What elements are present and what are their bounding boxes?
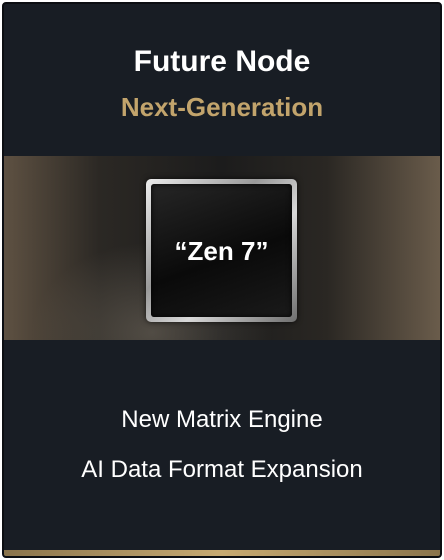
chip-banner: “Zen 7” [4, 156, 440, 340]
card-title: Future Node [133, 45, 311, 78]
product-card: Future Node Next-Generation “Zen 7” New … [2, 2, 442, 558]
chip-label: “Zen 7” [174, 235, 269, 266]
processor-chip-icon: “Zen 7” [146, 179, 297, 322]
accent-bar [4, 550, 440, 556]
feature-item: New Matrix Engine [121, 406, 323, 433]
chip-die: “Zen 7” [151, 184, 292, 317]
feature-item: AI Data Format Expansion [81, 456, 363, 483]
card-subtitle: Next-Generation [120, 92, 324, 122]
